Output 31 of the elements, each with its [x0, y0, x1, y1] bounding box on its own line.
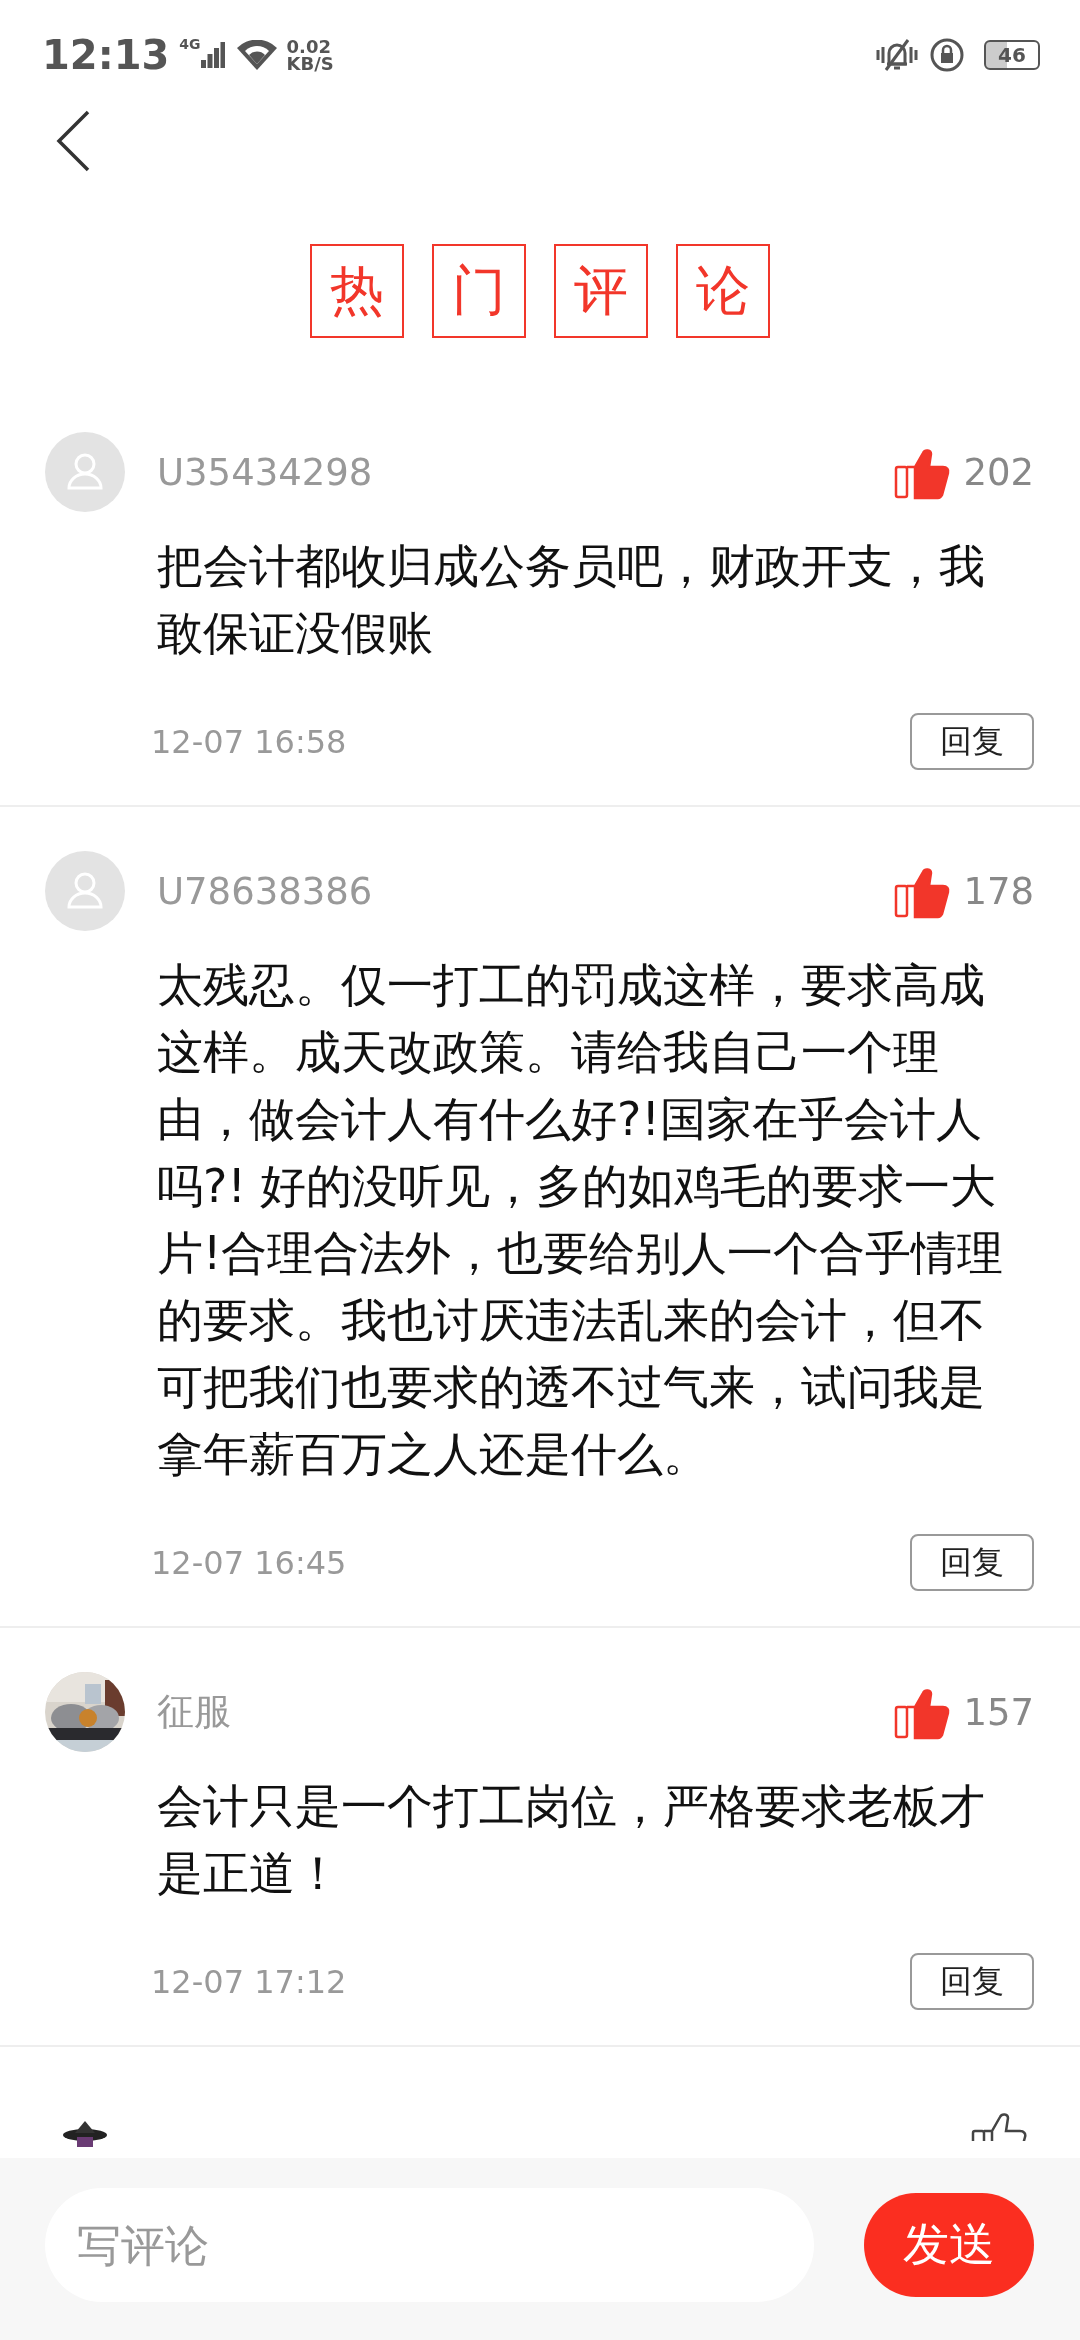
title-character: 热 [310, 244, 404, 338]
comment-text: 太残忍。仅一打工的罚成这样，要求高成这样。成天改政策。请给我自己一个理由，做会计人有什么好?!国家在乎会计人吗?! 好的没听见，多的如鸡毛的要求一大片!合理合法外，也要给别人一个合乎情理的要求。我也讨厌违法乱来的会计，但不可把我们也要求的透不过气来，试问我是拿年薪百万之人还是什么。 [157, 957, 1005, 1483]
comment-text: 把会计都收归成公务员吧，财政开支，我敢保证没假账 [157, 538, 986, 662]
like-count: 157 [963, 1690, 1034, 1734]
reply-button[interactable]: 回复 [910, 1953, 1034, 2010]
vibrate-icon [876, 38, 918, 72]
title-character: 论 [676, 244, 770, 338]
network-type: 4G [179, 36, 201, 52]
rotation-lock-icon [930, 38, 964, 72]
comment-date: 12-07 17:12 [151, 1962, 347, 2001]
reply-button[interactable]: 回复 [910, 1534, 1034, 1591]
network-speed: 0.02 [286, 38, 332, 55]
comment-input-field[interactable]: 写评论 [45, 2188, 814, 2302]
battery-indicator: 46 [984, 40, 1040, 70]
title-character: 评 [554, 244, 648, 338]
reply-button[interactable]: 回复 [910, 713, 1034, 770]
like-count: 202 [963, 450, 1034, 494]
like-count: 178 [963, 869, 1034, 913]
title-character: 门 [432, 244, 526, 338]
speed-unit: KB/S [286, 55, 334, 72]
send-button[interactable]: 发送 [864, 2193, 1034, 2297]
back-icon[interactable] [56, 110, 90, 172]
username[interactable]: 征服 [157, 1687, 894, 1737]
username[interactable]: U78638386 [157, 869, 894, 913]
username[interactable]: U35434298 [157, 450, 894, 494]
comment-date: 12-07 16:45 [151, 1543, 347, 1582]
signal-icon [200, 42, 225, 68]
comment-date: 12-07 16:58 [151, 722, 347, 761]
clock-time: 12:13 [42, 32, 170, 78]
wifi-icon [236, 40, 277, 70]
comment-text: 会计只是一个打工岗位，严格要求老板才是正道！ [157, 1778, 986, 1902]
